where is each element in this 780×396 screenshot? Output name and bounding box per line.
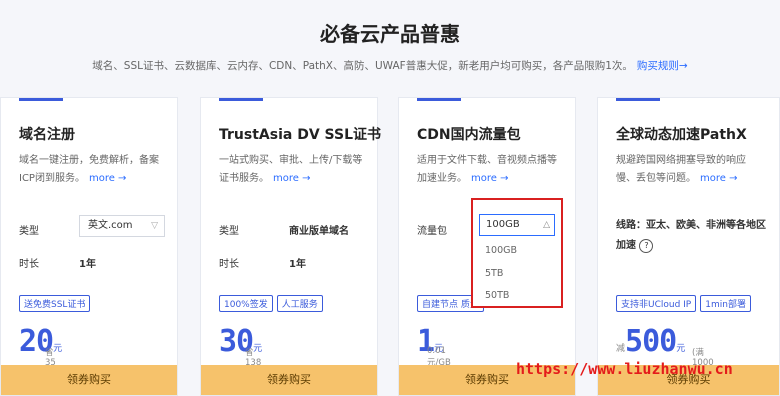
subtitle-text: 域名、SSL证书、云数据库、云内存、CDN、PathX、高防、UWAF普惠大促，…	[92, 60, 633, 72]
tag-list: 送免费SSL证书	[19, 292, 94, 312]
duration-label: 时长	[219, 259, 239, 270]
card-desc: 域名一键注册，免费解析，备案ICP闭到服务。 more →	[19, 152, 167, 188]
type-label: 类型	[219, 226, 239, 237]
dropdown-option[interactable]: 5TB	[485, 268, 503, 279]
type-label: 类型	[19, 226, 39, 237]
price-prefix: 减	[616, 344, 626, 354]
card-desc: 一站式购买、审批、上传/下载等证书服务。 more →	[219, 152, 367, 188]
type-row: 类型 商业版单域名	[219, 222, 349, 237]
type-row: 类型	[19, 222, 75, 237]
domain-type-select[interactable]: 英文.com ▽	[79, 215, 165, 237]
card-accent-bar	[19, 98, 63, 101]
price: 30元省138元	[219, 324, 262, 380]
chevron-down-icon: ▽	[151, 221, 158, 231]
price-unit: 元	[676, 344, 686, 354]
traffic-label: 流量包	[417, 226, 447, 237]
traffic-row: 流量包	[417, 222, 473, 237]
card-domain: 域名注册 域名一键注册，免费解析，备案ICP闭到服务。 more → 类型 英文.…	[0, 97, 178, 396]
select-value: 英文.com	[88, 220, 133, 231]
card-title: 全球动态加速PathX	[616, 127, 747, 143]
tag: 100%签发	[219, 295, 273, 312]
card-title: CDN国内流量包	[417, 127, 521, 143]
card-title: TrustAsia DV SSL证书	[219, 127, 381, 143]
buy-button[interactable]: 领券购买	[201, 365, 377, 395]
type-value: 商业版单域名	[289, 226, 349, 237]
dropdown-option[interactable]: 100GB	[485, 245, 517, 256]
duration-value: 1年	[79, 259, 96, 270]
chevron-up-icon: △	[543, 220, 550, 230]
card-ssl: TrustAsia DV SSL证书 一站式购买、审批、上传/下载等证书服务。 m…	[200, 97, 381, 396]
card-title: 域名注册	[19, 127, 75, 143]
dropdown-current[interactable]: 100GB △	[479, 214, 555, 236]
card-accent-bar	[616, 98, 660, 101]
card-desc: 规避跨国网络拥塞导致的响应慢、丢包等问题。 more →	[616, 152, 764, 188]
card-accent-bar	[417, 98, 461, 101]
more-link[interactable]: more →	[89, 173, 126, 184]
route-row: 线路：亚太、欧美、非洲等各地区加速 ?	[616, 216, 766, 256]
help-icon[interactable]: ?	[639, 239, 654, 253]
tag: 支持非UCloud IP	[616, 295, 697, 312]
watermark: https://www.liuzhanwu.cn	[516, 360, 733, 378]
dropdown-current-value: 100GB	[486, 219, 520, 230]
more-link[interactable]: more →	[273, 173, 310, 184]
price: 1元 0.01元/GB	[417, 324, 451, 368]
duration-row: 时长 1年	[19, 255, 96, 270]
tag-list: 支持非UCloud IP 1min部署	[616, 292, 755, 312]
traffic-package-dropdown[interactable]: 100GB △ 100GB 5TB 50TB	[471, 198, 563, 308]
tag: 送免费SSL证书	[19, 295, 91, 312]
purchase-rules-link[interactable]: 购买规则→	[637, 60, 688, 72]
price: 减500元(满1000元)	[616, 324, 714, 380]
card-pathx: 全球动态加速PathX 规避跨国网络拥塞导致的响应慢、丢包等问题。 more → …	[597, 97, 780, 396]
duration-label: 时长	[19, 259, 39, 270]
page-subtitle: 域名、SSL证书、云数据库、云内存、CDN、PathX、高防、UWAF普惠大促，…	[0, 58, 780, 73]
more-link[interactable]: more →	[471, 173, 508, 184]
card-accent-bar	[219, 98, 263, 101]
dropdown-option[interactable]: 50TB	[485, 290, 509, 301]
more-link[interactable]: more →	[700, 173, 737, 184]
buy-button[interactable]: 领券购买	[1, 365, 177, 395]
page-title: 必备云产品普惠	[320, 22, 460, 46]
tag-list: 100%签发 人工服务	[219, 292, 327, 312]
price-value: 500	[625, 324, 677, 359]
tag: 1min部署	[700, 295, 751, 312]
duration-value: 1年	[289, 259, 306, 270]
price: 20元省35元	[19, 324, 62, 380]
tag: 人工服务	[276, 295, 323, 312]
duration-row: 时长 1年	[219, 255, 306, 270]
card-desc: 适用于文件下载、音视频点播等加速业务。 more →	[417, 152, 565, 188]
